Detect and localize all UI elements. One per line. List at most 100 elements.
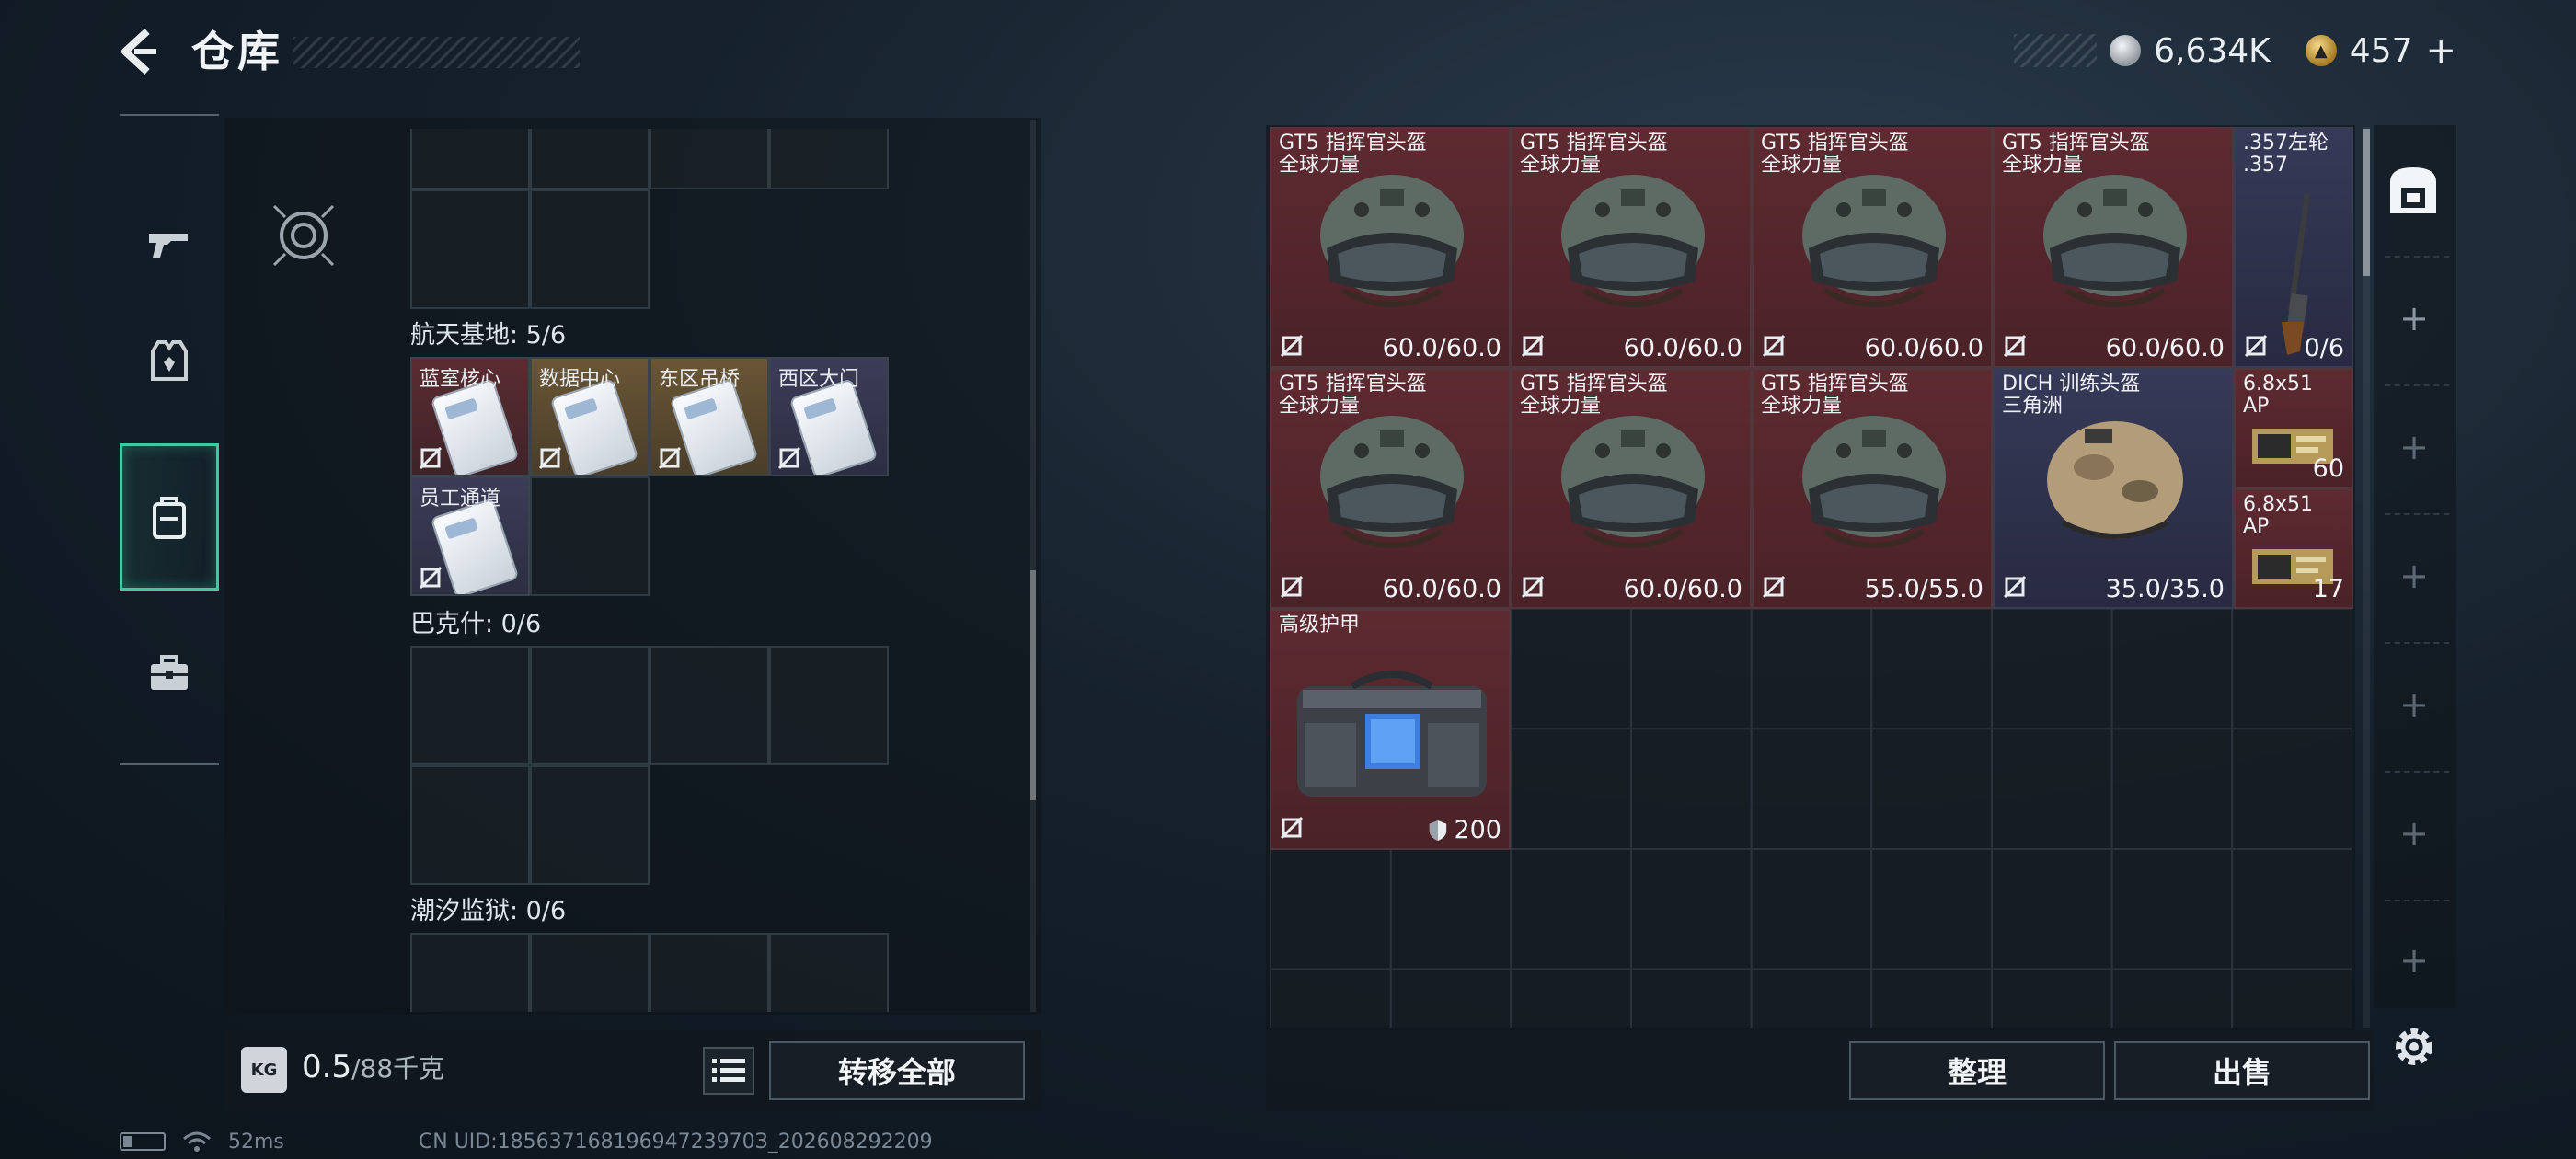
- category-nav: [120, 114, 219, 765]
- stash-item-armor[interactable]: 高级护甲 200: [1270, 609, 1511, 850]
- item-durability: 60.0/60.0: [1382, 334, 1501, 362]
- add-gold-button[interactable]: +: [2425, 29, 2456, 72]
- stash-item-helmet[interactable]: GT5 指挥官头盔 全球力量 60.0/60.0: [1511, 127, 1752, 368]
- add-stash-page-button[interactable]: +: [2388, 935, 2440, 986]
- key-card-slot[interactable]: 西区大门: [769, 357, 889, 476]
- stash-item-helmet[interactable]: GT5 指挥官头盔 全球力量 60.0/60.0: [1270, 127, 1511, 368]
- stash-item-helmet[interactable]: GT5 指挥官头盔 全球力量 60.0/60.0: [1993, 127, 2234, 368]
- stash-item-helmet[interactable]: GT5 指挥官头盔 全球力量 60.0/60.0: [1752, 127, 1993, 368]
- ping-readout: 52ms: [228, 1130, 284, 1153]
- nav-tab-backpack[interactable]: [120, 443, 219, 591]
- gold-coin-icon: ▲: [2305, 35, 2337, 66]
- helmet-icon: [1561, 416, 1705, 548]
- nav-tab-armor[interactable]: [120, 287, 219, 434]
- item-durability: 60.0/60.0: [1864, 334, 1984, 362]
- add-stash-page-button[interactable]: +: [2388, 679, 2440, 730]
- crosshair-icon[interactable]: [270, 202, 337, 269]
- key-card-slot[interactable]: 数据中心: [530, 357, 650, 476]
- sort-button[interactable]: 整理: [1849, 1041, 2105, 1100]
- no-insure-icon: [1521, 334, 1545, 358]
- item-name: GT5 指挥官头盔 全球力量: [1279, 373, 1427, 418]
- key-card-slot[interactable]: 东区吊桥: [650, 357, 769, 476]
- tab-divider: [2385, 771, 2449, 773]
- back-button[interactable]: [116, 26, 167, 77]
- no-insure-icon: [1521, 575, 1545, 599]
- chevron-left-icon: [121, 29, 156, 75]
- add-stash-page-button[interactable]: +: [2388, 550, 2440, 602]
- stash-item-helmet[interactable]: GT5 指挥官头盔 全球力量 60.0/60.0: [1511, 368, 1752, 609]
- item-quantity: 17: [2312, 575, 2344, 603]
- item-durability: 35.0/35.0: [2105, 575, 2225, 603]
- stash-item-ammo[interactable]: 6.8x51 AP 60: [2234, 368, 2353, 488]
- add-stash-page-button[interactable]: +: [2388, 421, 2440, 473]
- stash-item-helmet[interactable]: GT5 指挥官头盔 全球力量 60.0/60.0: [1270, 368, 1511, 609]
- stash-item-ammo[interactable]: 6.8x51 AP 17: [2234, 488, 2353, 609]
- item-name: 高级护甲: [1279, 614, 1361, 637]
- item-durability: 60.0/60.0: [1623, 575, 1742, 603]
- helmet-icon: [1320, 175, 1464, 307]
- silver-coin-icon: [2110, 35, 2142, 66]
- status-bar: 52ms CN UID:18563716819694723970З_202608…: [120, 1130, 933, 1153]
- tab-divider: [2385, 513, 2449, 515]
- weight-max: /88千克: [351, 1053, 445, 1084]
- keycard-icon: [430, 378, 520, 475]
- currency-decoration: [2014, 34, 2098, 67]
- item-durability: 60.0/60.0: [1382, 575, 1501, 603]
- key-slot-empty: [650, 933, 769, 1012]
- list-icon: [712, 1059, 745, 1082]
- item-name: GT5 指挥官头盔 全球力量: [1520, 132, 1668, 177]
- list-view-button[interactable]: [703, 1047, 754, 1095]
- key-slot-empty: [530, 765, 650, 885]
- key-slot-empty: [650, 646, 769, 765]
- armor-vest-icon: [151, 340, 188, 381]
- settings-button[interactable]: [2388, 1021, 2440, 1073]
- stash-item-revolver[interactable]: .357左轮 .357 0/6: [2234, 127, 2353, 368]
- tab-divider: [2385, 642, 2449, 644]
- page-title: 仓库: [191, 27, 283, 76]
- key-card-slot[interactable]: 蓝室核心: [410, 357, 530, 476]
- key-name: 西区大门: [778, 368, 860, 391]
- item-armor-value-wrap: 200: [1428, 816, 1501, 844]
- tab-divider: [2385, 256, 2449, 258]
- no-insure-icon: [1280, 334, 1304, 358]
- no-insure-icon: [1762, 575, 1786, 599]
- stash-item-training-helmet[interactable]: DICH 训练头盔 三角洲 35.0/35.0: [1993, 368, 2234, 609]
- helmet-icon: [2043, 175, 2187, 307]
- keycard-icon: [669, 378, 759, 475]
- transfer-all-button[interactable]: 转移全部: [769, 1041, 1025, 1100]
- battery-icon: [120, 1132, 166, 1151]
- stash-scroll-thumb[interactable]: [2363, 129, 2370, 276]
- no-insure-icon: [658, 446, 682, 470]
- item-durability: 60.0/60.0: [1623, 334, 1742, 362]
- key-panel-scroll-thumb[interactable]: [1030, 570, 1036, 800]
- weight-readout: 0.5/88千克: [302, 1049, 444, 1085]
- item-ammo-count: 0/6: [2304, 334, 2344, 362]
- item-durability: 60.0/60.0: [2105, 334, 2225, 362]
- tab-divider: [2385, 900, 2449, 901]
- no-insure-icon: [777, 446, 801, 470]
- key-panel-scrollbar[interactable]: [1030, 120, 1036, 1012]
- key-card-slot[interactable]: 员工通道: [410, 476, 530, 596]
- helmet-icon: [1802, 416, 1946, 548]
- backpack-icon: [153, 497, 186, 539]
- no-insure-icon: [2003, 575, 2027, 599]
- no-insure-icon: [1280, 816, 1304, 840]
- section-label-tidal-prison: 潮汐监狱: 0/6: [410, 897, 567, 925]
- item-name: 6.8x51 AP: [2243, 373, 2314, 418]
- shield-icon: [1430, 820, 1447, 841]
- add-stash-page-button[interactable]: +: [2388, 293, 2440, 344]
- no-insure-icon: [538, 446, 562, 470]
- currency-bar: 6,634K ▲ 457 +: [2014, 28, 2471, 74]
- key-slot-empty: [410, 129, 530, 189]
- wifi-icon: [183, 1131, 211, 1152]
- stash-item-helmet[interactable]: GT5 指挥官头盔 全球力量 55.0/55.0: [1752, 368, 1993, 609]
- sell-button[interactable]: 出售: [2114, 1041, 2370, 1100]
- add-stash-page-button[interactable]: +: [2388, 808, 2440, 859]
- key-slot-empty: [530, 189, 650, 309]
- section-label-aerospace-base: 航天基地: 5/6: [410, 321, 567, 350]
- no-insure-icon: [419, 446, 443, 470]
- key-slot-empty: [530, 646, 650, 765]
- key-slot-empty: [530, 476, 650, 596]
- safe-box-icon[interactable]: [2385, 162, 2442, 219]
- nav-tab-toolbox[interactable]: [120, 600, 219, 747]
